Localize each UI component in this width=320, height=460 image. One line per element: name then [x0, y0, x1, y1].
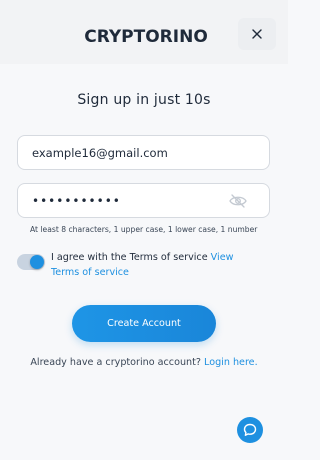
email-field[interactable]: [18, 136, 269, 169]
page-title: Sign up in just 10s: [77, 92, 211, 108]
terms-toggle[interactable]: [17, 254, 45, 270]
chat-button[interactable]: [237, 417, 263, 443]
terms-label: I agree with the Terms of service View T…: [51, 250, 251, 280]
cryptorino-logo: CRYPTORINO: [84, 27, 208, 47]
header: CRYPTORINO: [0, 0, 288, 64]
create-account-button[interactable]: Create Account: [72, 305, 216, 342]
password-hint: At least 8 characters, 1 upper case, 1 l…: [30, 225, 258, 234]
terms-text: I agree with the Terms of service: [51, 252, 208, 263]
svg-text:CRYPTORINO: CRYPTORINO: [84, 27, 208, 47]
login-text: Already have a cryptorino account?: [30, 357, 201, 368]
password-field-container: [17, 183, 270, 218]
chat-bubble-icon: [243, 423, 257, 436]
toggle-knob: [30, 255, 44, 269]
login-prompt: Already have a cryptorino account? Login…: [0, 357, 288, 368]
email-field-container: [17, 135, 270, 170]
close-button[interactable]: [238, 18, 276, 50]
close-icon: [252, 29, 262, 39]
login-link[interactable]: Login here.: [204, 357, 258, 368]
eye-slash-icon[interactable]: [229, 194, 247, 208]
